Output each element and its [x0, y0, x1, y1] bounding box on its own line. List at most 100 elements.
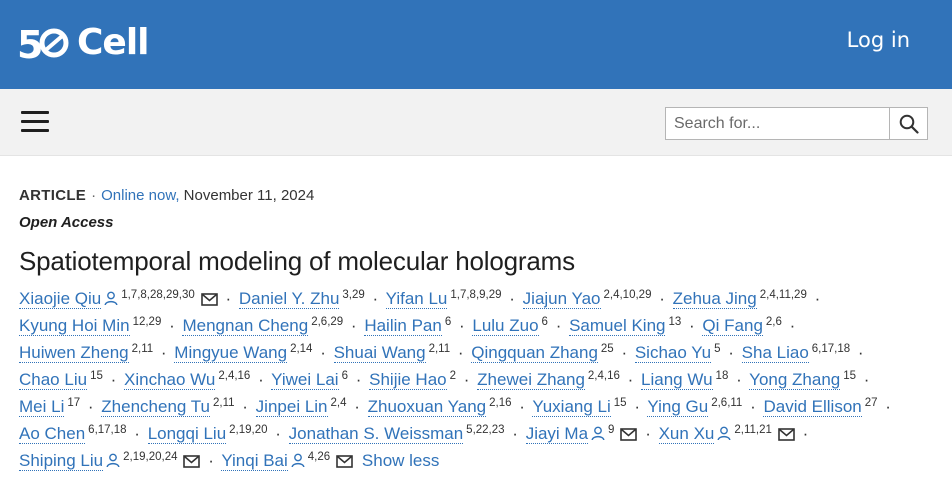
- author-name-link[interactable]: Sichao Yu: [634, 343, 712, 363]
- affiliation-numbers[interactable]: 2,14: [290, 343, 312, 355]
- affiliation-numbers[interactable]: 5,22,23: [466, 424, 504, 436]
- affiliation-numbers[interactable]: 15: [614, 397, 627, 409]
- envelope-icon[interactable]: [620, 428, 638, 441]
- author-name-link[interactable]: Zehua Jing: [672, 289, 757, 309]
- envelope-icon[interactable]: [183, 455, 201, 468]
- hamburger-icon[interactable]: [21, 111, 49, 133]
- author-name-link[interactable]: Daniel Y. Zhu: [238, 289, 340, 309]
- author-name-link[interactable]: Qingquan Zhang: [471, 343, 598, 363]
- author-name-link[interactable]: Qi Fang: [702, 316, 763, 336]
- author-name-link[interactable]: Longqi Liu: [147, 424, 227, 444]
- affiliation-numbers[interactable]: 13: [668, 316, 681, 328]
- affiliation-numbers[interactable]: 2,4: [331, 397, 347, 409]
- affiliation-numbers[interactable]: 2,4,16: [218, 370, 250, 382]
- author-entry: Zehua Jing 2,4,11,29: [672, 289, 807, 309]
- author-name-link[interactable]: Yifan Lu: [385, 289, 448, 309]
- affiliation-numbers[interactable]: 15: [843, 370, 856, 382]
- affiliation-numbers[interactable]: 6: [342, 370, 348, 382]
- affiliation-numbers[interactable]: 4,26: [308, 451, 330, 463]
- affiliation-numbers[interactable]: 2,11: [429, 343, 451, 355]
- affiliation-numbers[interactable]: 5: [714, 343, 720, 355]
- affiliation-numbers[interactable]: 2,16: [489, 397, 511, 409]
- author-name-link[interactable]: Jonathan S. Weissman: [288, 424, 464, 444]
- author-name-link[interactable]: Mei Li: [19, 397, 65, 417]
- author-name-link[interactable]: Xun Xu: [658, 424, 715, 444]
- author-separator: ·: [789, 316, 796, 335]
- author-name-link[interactable]: Shuai Wang: [333, 343, 426, 363]
- affiliation-numbers[interactable]: 2,6: [766, 316, 782, 328]
- author-name-link[interactable]: Liang Wu: [641, 370, 713, 390]
- author-separator: ·: [814, 289, 821, 308]
- author-name-link[interactable]: Xiaojie Qiu: [19, 289, 102, 309]
- affiliation-numbers[interactable]: 18: [716, 370, 729, 382]
- author-name-link[interactable]: Zhencheng Tu: [101, 397, 210, 417]
- affiliation-numbers[interactable]: 2,19,20: [229, 424, 267, 436]
- author-separator: ·: [208, 451, 214, 470]
- affiliation-numbers[interactable]: 12,29: [133, 316, 162, 328]
- affiliation-numbers[interactable]: 17: [67, 397, 80, 409]
- affiliation-numbers[interactable]: 15: [90, 370, 103, 382]
- author-name-link[interactable]: Shiping Liu: [19, 451, 104, 471]
- person-icon[interactable]: [104, 291, 118, 306]
- author-name-link[interactable]: Hailin Pan: [364, 316, 442, 336]
- author-name-link[interactable]: Mengnan Cheng: [182, 316, 309, 336]
- cell-logo[interactable]: 5 Cell: [17, 21, 150, 65]
- author-entry: Zhencheng Tu 2,11: [101, 397, 235, 417]
- search-button[interactable]: [889, 108, 927, 139]
- person-icon[interactable]: [106, 453, 120, 468]
- affiliation-numbers[interactable]: 6: [542, 316, 548, 328]
- author-name-link[interactable]: Ying Gu: [647, 397, 709, 417]
- affiliation-numbers[interactable]: 3,29: [342, 289, 364, 301]
- author-name-link[interactable]: David Ellison: [763, 397, 862, 417]
- article-meta: ARTICLE · Online now, November 11, 2024: [19, 186, 934, 206]
- author-name-link[interactable]: Yuxiang Li: [532, 397, 611, 417]
- author-name-link[interactable]: Yong Zhang: [749, 370, 841, 390]
- author-separator: ·: [857, 343, 864, 362]
- author-name-link[interactable]: Xinchao Wu: [124, 370, 216, 390]
- affiliation-numbers[interactable]: 27: [865, 397, 878, 409]
- author-name-link[interactable]: Zhuoxuan Yang: [367, 397, 487, 417]
- person-icon[interactable]: [291, 453, 305, 468]
- person-icon[interactable]: [717, 426, 731, 441]
- envelope-icon[interactable]: [778, 428, 795, 441]
- author-name-link[interactable]: Yinqi Bai: [221, 451, 288, 471]
- affiliation-numbers[interactable]: 25: [601, 343, 614, 355]
- search-input[interactable]: [666, 108, 889, 139]
- affiliation-numbers[interactable]: 6: [445, 316, 451, 328]
- author-name-link[interactable]: Kyung Hoi Min: [19, 316, 130, 336]
- affiliation-numbers[interactable]: 2,11: [132, 343, 154, 355]
- affiliation-numbers[interactable]: 2,11,21: [734, 424, 772, 436]
- affiliation-numbers[interactable]: 1,7,8,28,29,30: [121, 289, 195, 301]
- person-icon[interactable]: [591, 426, 605, 441]
- affiliation-numbers[interactable]: 2,4,11,29: [760, 289, 807, 301]
- author-name-link[interactable]: Shijie Hao: [369, 370, 447, 390]
- affiliation-numbers[interactable]: 2,4,10,29: [604, 289, 652, 301]
- author-name-link[interactable]: Samuel King: [569, 316, 666, 336]
- affiliation-numbers[interactable]: 2,6,11: [711, 397, 742, 409]
- author-name-link[interactable]: Jinpei Lin: [255, 397, 328, 417]
- affiliation-numbers[interactable]: 2: [450, 370, 456, 382]
- envelope-icon[interactable]: [200, 293, 218, 306]
- author-name-link[interactable]: Yiwei Lai: [271, 370, 339, 390]
- author-name-link[interactable]: Ao Chen: [19, 424, 86, 444]
- affiliation-numbers[interactable]: 6,17,18: [88, 424, 126, 436]
- affiliation-numbers[interactable]: 2,4,16: [588, 370, 620, 382]
- affiliation-numbers[interactable]: 2,6,29: [311, 316, 343, 328]
- author-name-link[interactable]: Huiwen Zheng: [19, 343, 129, 363]
- author-name-link[interactable]: Jiajun Yao: [522, 289, 601, 309]
- show-less-button[interactable]: Show less: [362, 451, 439, 470]
- author-name-link[interactable]: Zhewei Zhang: [477, 370, 585, 390]
- affiliation-numbers[interactable]: 9: [608, 424, 614, 436]
- author-name-link[interactable]: Mingyue Wang: [174, 343, 288, 363]
- affiliation-numbers[interactable]: 2,19,20,24: [123, 451, 177, 463]
- author-name-link[interactable]: Lulu Zuo: [472, 316, 539, 336]
- author-entry: Zhuoxuan Yang 2,16: [367, 397, 512, 417]
- affiliation-numbers[interactable]: 1,7,8,9,29: [450, 289, 501, 301]
- login-link[interactable]: Log in: [847, 28, 910, 52]
- author-name-link[interactable]: Jiayi Ma: [525, 424, 589, 444]
- author-name-link[interactable]: Chao Liu: [19, 370, 88, 390]
- envelope-icon[interactable]: [336, 455, 353, 468]
- affiliation-numbers[interactable]: 6,17,18: [812, 343, 850, 355]
- author-name-link[interactable]: Sha Liao: [741, 343, 809, 363]
- affiliation-numbers[interactable]: 2,11: [213, 397, 235, 409]
